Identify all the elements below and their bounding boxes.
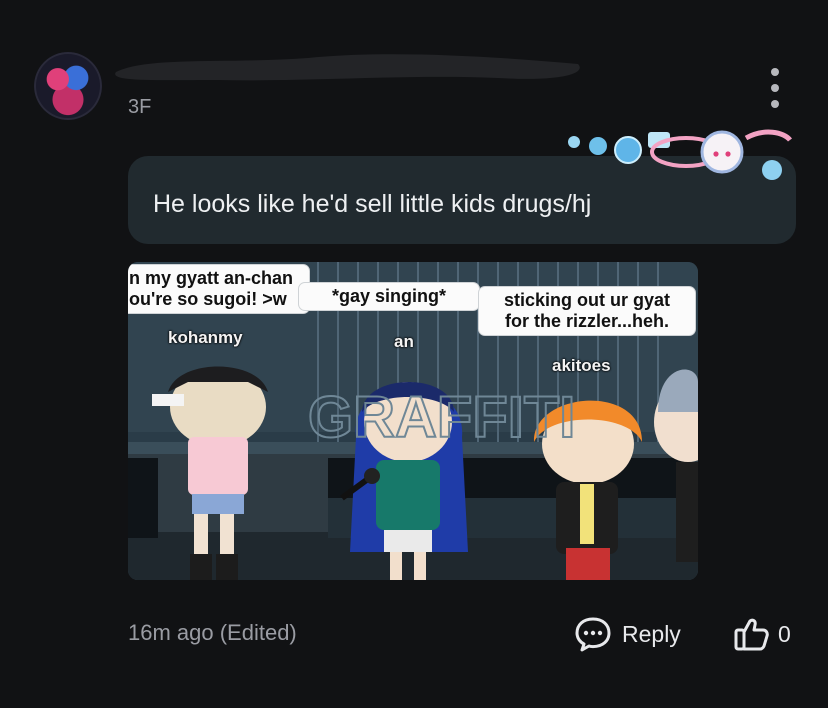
like-button[interactable]: 0 xyxy=(732,614,791,654)
character-name-right: akitoes xyxy=(552,356,611,375)
comment-text: He looks like he'd sell little kids drug… xyxy=(153,190,592,218)
character-name-middle: an xyxy=(394,332,414,351)
svg-text:GRAFFITI: GRAFFITI xyxy=(308,385,575,450)
speech-bubble-left: n my gyatt an-chan ou're so sugoi! >w xyxy=(128,264,310,314)
comment-avatar[interactable] xyxy=(34,52,102,120)
bubble-decoration-sticker xyxy=(568,129,792,180)
floor-number: 3F xyxy=(128,96,152,118)
comment-timestamp: 16m ago (Edited) xyxy=(128,620,297,645)
character-name-left: kohanmy xyxy=(168,328,243,347)
attached-image[interactable]: GRAFFITI n my gyatt an-chan ou're so sug… xyxy=(128,262,698,580)
like-count: 0 xyxy=(778,620,791,647)
speech-bubble-right: sticking out ur gyat for the rizzler...h… xyxy=(478,286,696,336)
chat-bubble-icon xyxy=(575,617,611,652)
reply-button[interactable]: Reply xyxy=(574,614,681,654)
reply-label: Reply xyxy=(622,620,681,647)
redacted-username xyxy=(115,54,580,81)
more-options-button[interactable] xyxy=(764,68,786,108)
thumbs-up-icon xyxy=(734,618,769,651)
speech-bubble-middle: *gay singing* xyxy=(298,282,480,311)
more-vertical-icon xyxy=(771,68,779,76)
